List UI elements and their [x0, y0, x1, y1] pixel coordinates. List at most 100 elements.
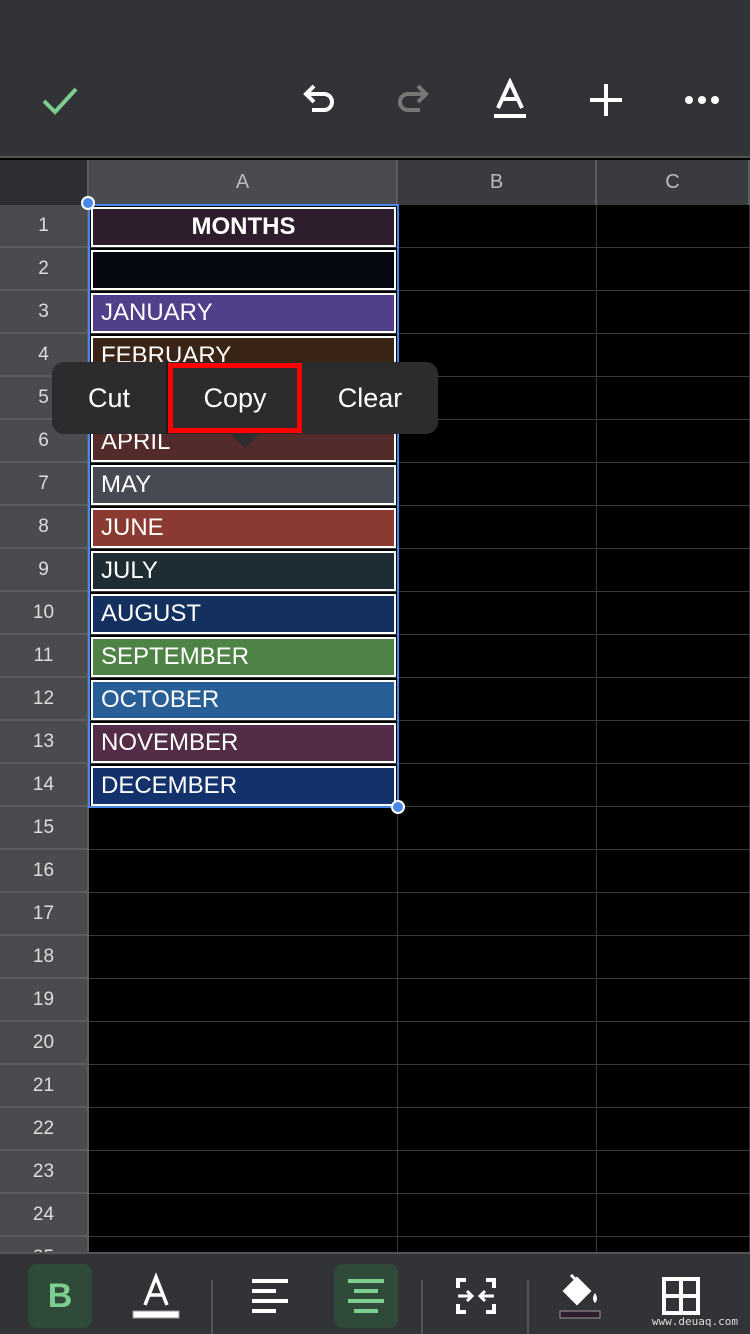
- cell[interactable]: [89, 1194, 398, 1237]
- cell[interactable]: [398, 248, 597, 291]
- check-icon[interactable]: [38, 78, 82, 122]
- row-header[interactable]: 17: [0, 893, 89, 936]
- cell[interactable]: [89, 979, 398, 1022]
- cell[interactable]: [398, 1151, 597, 1194]
- row-header[interactable]: 21: [0, 1065, 89, 1108]
- row-header[interactable]: 23: [0, 1151, 89, 1194]
- cell[interactable]: [398, 850, 597, 893]
- cell[interactable]: [89, 1151, 398, 1194]
- add-icon[interactable]: [584, 78, 628, 122]
- cell[interactable]: [398, 936, 597, 979]
- cell[interactable]: [597, 592, 750, 635]
- cell[interactable]: [398, 807, 597, 850]
- row-header[interactable]: 11: [0, 635, 89, 678]
- cell[interactable]: [597, 334, 750, 377]
- cell[interactable]: [597, 1065, 750, 1108]
- row-header[interactable]: 14: [0, 764, 89, 807]
- cell[interactable]: [89, 807, 398, 850]
- cell-a3[interactable]: JANUARY: [91, 293, 396, 333]
- cell[interactable]: [398, 1108, 597, 1151]
- fill-color-icon[interactable]: [548, 1264, 612, 1328]
- cell[interactable]: [597, 936, 750, 979]
- column-header-c[interactable]: C: [597, 160, 750, 205]
- bold-icon[interactable]: B: [28, 1264, 92, 1328]
- row-header[interactable]: 12: [0, 678, 89, 721]
- cell[interactable]: [597, 248, 750, 291]
- row-header[interactable]: 1: [0, 205, 89, 248]
- row-header[interactable]: 8: [0, 506, 89, 549]
- cell[interactable]: [597, 678, 750, 721]
- cell[interactable]: [398, 1065, 597, 1108]
- cell[interactable]: [89, 936, 398, 979]
- column-header-b[interactable]: B: [398, 160, 597, 205]
- cell-a9[interactable]: JULY: [91, 551, 396, 591]
- row-header[interactable]: 24: [0, 1194, 89, 1237]
- cell[interactable]: [597, 291, 750, 334]
- cell[interactable]: [597, 205, 750, 248]
- row-header[interactable]: 7: [0, 463, 89, 506]
- cell[interactable]: [597, 635, 750, 678]
- cell[interactable]: [398, 764, 597, 807]
- cell[interactable]: [398, 893, 597, 936]
- cell[interactable]: [597, 549, 750, 592]
- column-header-a[interactable]: A: [89, 160, 398, 205]
- cell[interactable]: [597, 764, 750, 807]
- row-header[interactable]: 3: [0, 291, 89, 334]
- cell[interactable]: [89, 1065, 398, 1108]
- row-header[interactable]: 20: [0, 1022, 89, 1065]
- text-color-icon[interactable]: [124, 1264, 188, 1328]
- cell-a2[interactable]: [91, 250, 396, 290]
- cell[interactable]: [398, 678, 597, 721]
- cell[interactable]: [398, 1022, 597, 1065]
- row-header[interactable]: 2: [0, 248, 89, 291]
- cell[interactable]: [89, 1108, 398, 1151]
- cell[interactable]: [398, 463, 597, 506]
- align-left-icon[interactable]: [238, 1264, 302, 1328]
- more-icon[interactable]: [680, 78, 724, 122]
- cell[interactable]: [398, 549, 597, 592]
- align-center-icon[interactable]: [334, 1264, 398, 1328]
- text-format-icon[interactable]: [488, 78, 532, 122]
- selection-handle-end[interactable]: [391, 800, 405, 814]
- cell[interactable]: [398, 635, 597, 678]
- cell[interactable]: [89, 893, 398, 936]
- cell[interactable]: [398, 506, 597, 549]
- cell[interactable]: [597, 979, 750, 1022]
- cell[interactable]: [597, 850, 750, 893]
- merge-cells-icon[interactable]: [444, 1264, 508, 1328]
- cell[interactable]: [597, 807, 750, 850]
- row-header[interactable]: 18: [0, 936, 89, 979]
- undo-icon[interactable]: [296, 78, 340, 122]
- cell[interactable]: [89, 850, 398, 893]
- row-header[interactable]: 10: [0, 592, 89, 635]
- cell-a10[interactable]: AUGUST: [91, 594, 396, 634]
- row-header[interactable]: 9: [0, 549, 89, 592]
- cell[interactable]: [597, 1108, 750, 1151]
- row-header[interactable]: 19: [0, 979, 89, 1022]
- cell-a11[interactable]: SEPTEMBER: [91, 637, 396, 677]
- copy-button[interactable]: Copy: [168, 363, 302, 433]
- clear-button[interactable]: Clear: [302, 362, 438, 434]
- cell-a14[interactable]: DECEMBER: [91, 766, 396, 806]
- cell[interactable]: [597, 506, 750, 549]
- selection-handle-start[interactable]: [81, 196, 95, 210]
- cell-a7[interactable]: MAY: [91, 465, 396, 505]
- row-header[interactable]: 15: [0, 807, 89, 850]
- redo-icon[interactable]: [392, 78, 436, 122]
- row-header[interactable]: 22: [0, 1108, 89, 1151]
- cell[interactable]: [398, 205, 597, 248]
- cell-a12[interactable]: OCTOBER: [91, 680, 396, 720]
- row-header[interactable]: 13: [0, 721, 89, 764]
- cell[interactable]: [597, 463, 750, 506]
- cell[interactable]: [398, 721, 597, 764]
- cell[interactable]: [398, 1194, 597, 1237]
- cell-a13[interactable]: NOVEMBER: [91, 723, 396, 763]
- cell[interactable]: [597, 1194, 750, 1237]
- cell-a8[interactable]: JUNE: [91, 508, 396, 548]
- cell[interactable]: [597, 721, 750, 764]
- cell[interactable]: [398, 592, 597, 635]
- cell[interactable]: [597, 1022, 750, 1065]
- cell[interactable]: [398, 291, 597, 334]
- cell[interactable]: [398, 979, 597, 1022]
- cell[interactable]: [597, 420, 750, 463]
